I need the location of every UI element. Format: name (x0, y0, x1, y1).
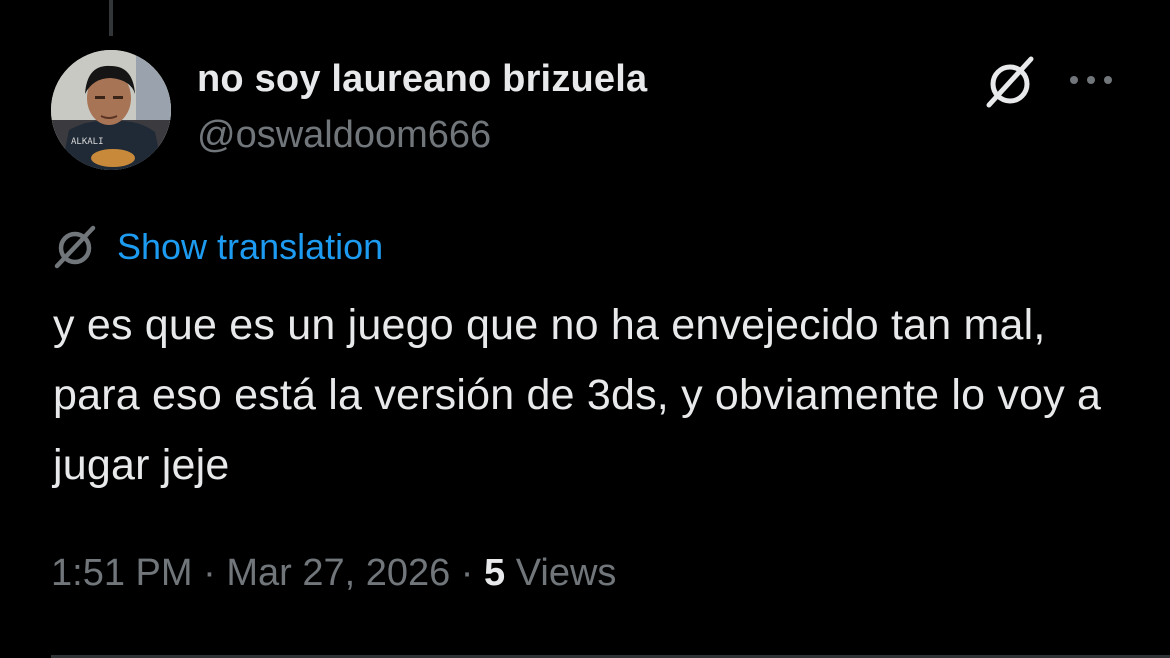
meta-separator: · (192, 552, 227, 594)
translation-row: Show translation (51, 224, 383, 270)
tweet-meta: 1:51 PM · Mar 27, 2026 · 5 Views (51, 552, 616, 595)
show-translation-link[interactable]: Show translation (117, 226, 383, 268)
more-icon[interactable] (1068, 70, 1114, 90)
meta-separator: · (450, 552, 485, 594)
tweet-date[interactable]: Mar 27, 2026 (226, 552, 450, 594)
avatar[interactable]: ALKALI (51, 50, 171, 170)
tweet-text: y es que es un juego que no ha envejecid… (53, 301, 1102, 489)
tweet-time[interactable]: 1:51 PM (51, 552, 193, 594)
views-count[interactable]: 5 (484, 552, 505, 594)
thread-connector-line (109, 0, 113, 36)
display-name[interactable]: no soy laureano brizuela (197, 58, 647, 101)
avatar-photo: ALKALI (51, 50, 171, 170)
views-label[interactable]: Views (505, 552, 617, 594)
user-handle[interactable]: @oswaldoom666 (197, 114, 491, 157)
svg-text:ALKALI: ALKALI (71, 137, 104, 147)
grok-icon[interactable] (981, 53, 1039, 111)
translate-icon (54, 225, 96, 269)
